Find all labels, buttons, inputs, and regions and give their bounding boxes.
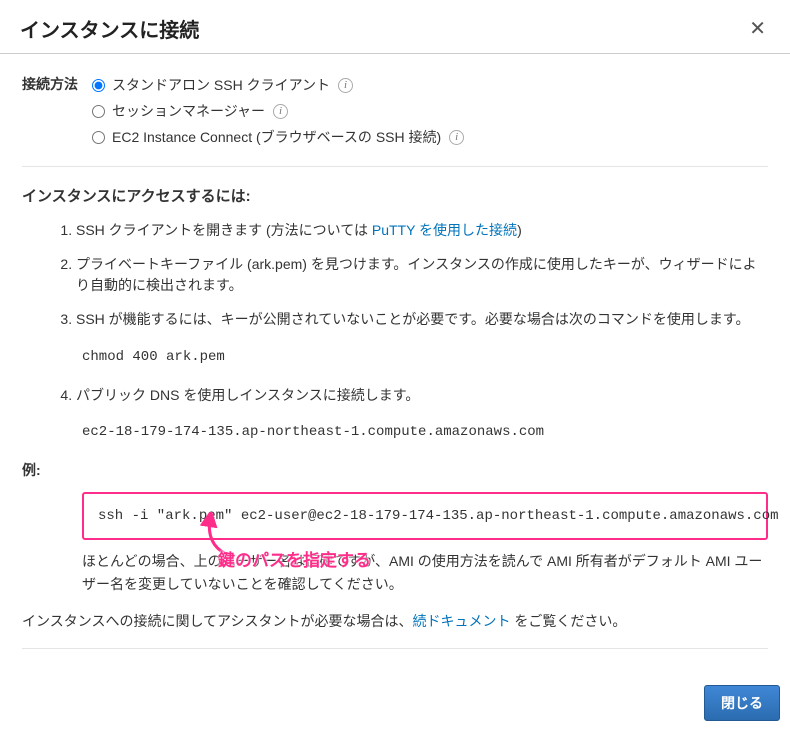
docs-link[interactable]: 続ドキュメント xyxy=(412,613,510,629)
step-3: SSH が機能するには、キーが公開されていないことが必要です。必要な場合は次のコ… xyxy=(76,309,768,331)
example-label: 例: xyxy=(22,460,768,480)
step-1: SSH クライアントを開きます (方法については PuTTY を使用した接続) xyxy=(76,220,768,242)
radio-standalone-ssh[interactable]: スタンドアロン SSH クライアント i xyxy=(92,72,768,98)
ami-note: ほとんどの場合、上のユーザー名は正確ですが、AMI の使用方法を読んで AMI … xyxy=(82,550,768,595)
dialog-title: インスタンスに接続 xyxy=(20,14,199,43)
step-1-text-a: SSH クライアントを開きます (方法については xyxy=(76,222,372,238)
dialog-actions: 閉じる xyxy=(0,677,790,735)
connection-method-label: 接続方法 xyxy=(22,72,92,94)
radio-session-manager[interactable]: セッションマネージャー i xyxy=(92,98,768,124)
dialog-titlebar: インスタンスに接続 ✕ xyxy=(0,0,790,54)
connection-method-options: スタンドアロン SSH クライアント i セッションマネージャー i EC2 I… xyxy=(92,72,768,150)
chmod-command: chmod 400 ark.pem xyxy=(22,343,768,371)
close-button[interactable]: ✕ xyxy=(745,17,770,41)
radio-ec2-instance-connect[interactable]: EC2 Instance Connect (ブラウザベースの SSH 接続) i xyxy=(92,124,768,150)
step-4: パブリック DNS を使用しインスタンスに接続します。 xyxy=(76,385,768,407)
annotation-text: 鍵のパスを指定する xyxy=(218,546,371,571)
radio-standalone-ssh-input[interactable] xyxy=(92,79,105,92)
info-icon[interactable]: i xyxy=(449,130,464,145)
putty-link[interactable]: PuTTY を使用した接続 xyxy=(372,222,517,238)
radio-ec2-instance-connect-label: EC2 Instance Connect (ブラウザベースの SSH 接続) xyxy=(112,127,441,147)
info-icon[interactable]: i xyxy=(338,78,353,93)
connect-dialog: インスタンスに接続 ✕ 接続方法 スタンドアロン SSH クライアント i セッ… xyxy=(0,0,790,735)
radio-session-manager-input[interactable] xyxy=(92,105,105,118)
footer-text-a: インスタンスへの接続に関してアシスタントが必要な場合は、 xyxy=(22,613,412,629)
access-steps: SSH クライアントを開きます (方法については PuTTY を使用した接続) … xyxy=(22,220,768,331)
step-1-text-b: ) xyxy=(517,222,522,238)
connection-method-row: 接続方法 スタンドアロン SSH クライアント i セッションマネージャー i … xyxy=(22,72,768,150)
step-2: プライベートキーファイル (ark.pem) を見つけます。インスタンスの作成に… xyxy=(76,254,768,297)
footer-note: インスタンスへの接続に関してアシスタントが必要な場合は、続ドキュメント をご覧く… xyxy=(22,609,768,634)
divider xyxy=(22,166,768,167)
radio-ec2-instance-connect-input[interactable] xyxy=(92,131,105,144)
footer-text-b: をご覧ください。 xyxy=(510,613,626,629)
access-steps-cont: パブリック DNS を使用しインスタンスに接続します。 xyxy=(22,385,768,407)
access-heading: インスタンスにアクセスするには: xyxy=(22,185,768,206)
divider xyxy=(22,648,768,649)
info-icon[interactable]: i xyxy=(273,104,288,119)
dialog-content: 接続方法 スタンドアロン SSH クライアント i セッションマネージャー i … xyxy=(0,54,790,677)
radio-standalone-ssh-label: スタンドアロン SSH クライアント xyxy=(112,75,330,95)
example-command-box: ssh -i "ark.pem" ec2-user@ec2-18-179-174… xyxy=(82,492,768,540)
radio-session-manager-label: セッションマネージャー xyxy=(112,101,265,121)
close-dialog-button[interactable]: 閉じる xyxy=(704,685,780,721)
public-dns: ec2-18-179-174-135.ap-northeast-1.comput… xyxy=(22,418,768,446)
